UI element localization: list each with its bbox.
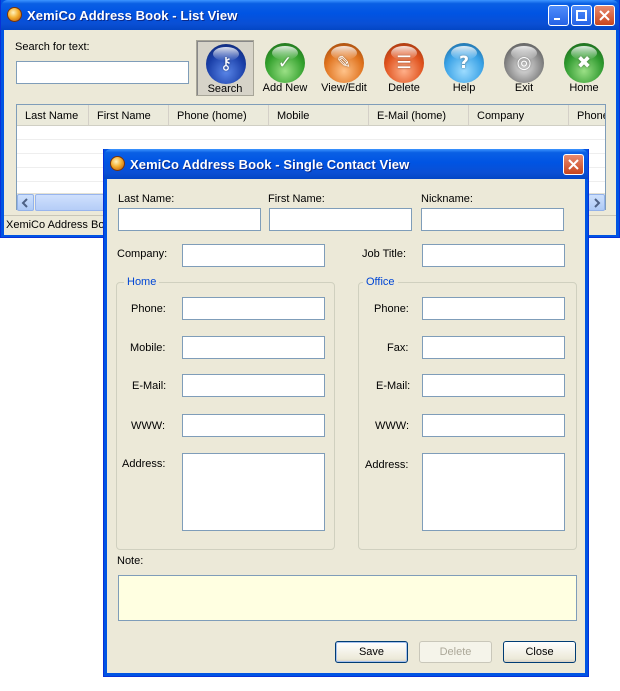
nickname-field[interactable] [421, 208, 564, 231]
close-icon [568, 159, 579, 170]
home-group-legend: Home [124, 276, 160, 288]
last-name-field[interactable] [118, 208, 261, 231]
delete-icon: ☰ [384, 43, 424, 83]
home-mobile-field[interactable] [182, 336, 325, 359]
column-header-email-home[interactable]: E-Mail (home) [369, 105, 469, 125]
add-new-icon: ✓ [265, 43, 305, 83]
search-icon: ⚷ [206, 44, 246, 84]
table-row[interactable] [17, 126, 605, 140]
view-edit-icon: ✎ [324, 43, 364, 83]
maximize-button[interactable] [571, 5, 592, 26]
company-field[interactable] [182, 244, 325, 267]
add-new-button[interactable]: ✓ Add New [256, 40, 314, 96]
home-www-field[interactable] [182, 414, 325, 437]
minimize-button[interactable] [548, 5, 569, 26]
contact-dialog: XemiCo Address Book - Single Contact Vie… [103, 149, 589, 677]
app-icon [110, 156, 125, 171]
column-header-first-name[interactable]: First Name [89, 105, 169, 125]
view-edit-button[interactable]: ✎ View/Edit [315, 40, 373, 96]
office-phone-label: Phone: [374, 303, 409, 315]
close-icon [599, 10, 610, 21]
first-name-label: First Name: [268, 193, 325, 205]
help-icon: ? [444, 43, 484, 83]
home-address-label: Address: [122, 458, 166, 470]
dialog-close-x-button[interactable] [563, 154, 584, 175]
delete-button[interactable]: Delete [419, 641, 492, 663]
chevron-right-icon [594, 198, 601, 208]
office-www-field[interactable] [422, 414, 565, 437]
list-view-titlebar[interactable]: XemiCo Address Book - List View [1, 0, 619, 30]
exit-icon: ◎ [504, 43, 544, 83]
home-phone-label: Phone: [131, 303, 166, 315]
search-button[interactable]: ⚷ Search [196, 40, 254, 96]
save-button[interactable]: Save [335, 641, 408, 663]
office-email-label: E-Mail: [376, 380, 411, 392]
exit-button[interactable]: ◎ Exit [495, 40, 553, 96]
search-label: Search for text: [15, 41, 90, 53]
search-button-label: Search [207, 83, 243, 95]
home-www-label: WWW: [131, 420, 166, 432]
home-mobile-label: Mobile: [130, 342, 166, 354]
company-label: Company: [117, 248, 168, 260]
view-edit-button-label: View/Edit [321, 82, 367, 94]
app-icon [7, 7, 22, 22]
home-icon: ✖ [564, 43, 604, 83]
add-new-button-label: Add New [262, 82, 308, 94]
home-button[interactable]: ✖ Home [555, 40, 613, 96]
minimize-icon [554, 18, 560, 20]
contact-dialog-titlebar[interactable]: XemiCo Address Book - Single Contact Vie… [104, 149, 588, 179]
home-address-field[interactable] [182, 453, 325, 531]
close-button[interactable]: Close [503, 641, 576, 663]
help-button[interactable]: ? Help [435, 40, 493, 96]
list-view-title: XemiCo Address Book - List View [27, 8, 238, 23]
delete-button[interactable]: ☰ Delete [375, 40, 433, 96]
home-email-field[interactable] [182, 374, 325, 397]
office-address-field[interactable] [422, 453, 565, 531]
scroll-left-arrow[interactable] [17, 194, 34, 211]
note-label: Note: [117, 555, 144, 567]
office-phone-field[interactable] [422, 297, 565, 320]
help-button-label: Help [452, 82, 476, 94]
home-button-label: Home [569, 82, 599, 94]
delete-button-label: Delete [388, 82, 420, 94]
search-input[interactable] [16, 61, 189, 84]
office-group-legend: Office [363, 276, 398, 288]
office-fax-label: Fax: [387, 342, 409, 354]
office-address-label: Address: [365, 459, 409, 471]
first-name-field[interactable] [269, 208, 412, 231]
column-header-phone[interactable]: Phone [569, 105, 605, 125]
job-title-field[interactable] [422, 244, 565, 267]
chevron-left-icon [21, 198, 28, 208]
scroll-right-arrow[interactable] [588, 194, 605, 211]
column-header-phone-home[interactable]: Phone (home) [169, 105, 269, 125]
last-name-label: Last Name: [118, 193, 175, 205]
list-close-button[interactable] [594, 5, 615, 26]
maximize-icon [576, 10, 587, 21]
note-field[interactable] [118, 575, 577, 621]
office-www-label: WWW: [375, 420, 410, 432]
contact-dialog-title: XemiCo Address Book - Single Contact Vie… [130, 157, 410, 172]
grid-header: Last Name First Name Phone (home) Mobile… [17, 105, 605, 126]
home-phone-field[interactable] [182, 297, 325, 320]
office-email-field[interactable] [422, 374, 565, 397]
status-text: XemiCo Address Book [6, 219, 117, 231]
nickname-label: Nickname: [421, 193, 473, 205]
column-header-mobile[interactable]: Mobile [269, 105, 369, 125]
column-header-company[interactable]: Company [469, 105, 569, 125]
office-fax-field[interactable] [422, 336, 565, 359]
job-title-label: Job Title: [362, 248, 407, 260]
column-header-last-name[interactable]: Last Name [17, 105, 89, 125]
exit-button-label: Exit [514, 82, 534, 94]
home-email-label: E-Mail: [132, 380, 167, 392]
